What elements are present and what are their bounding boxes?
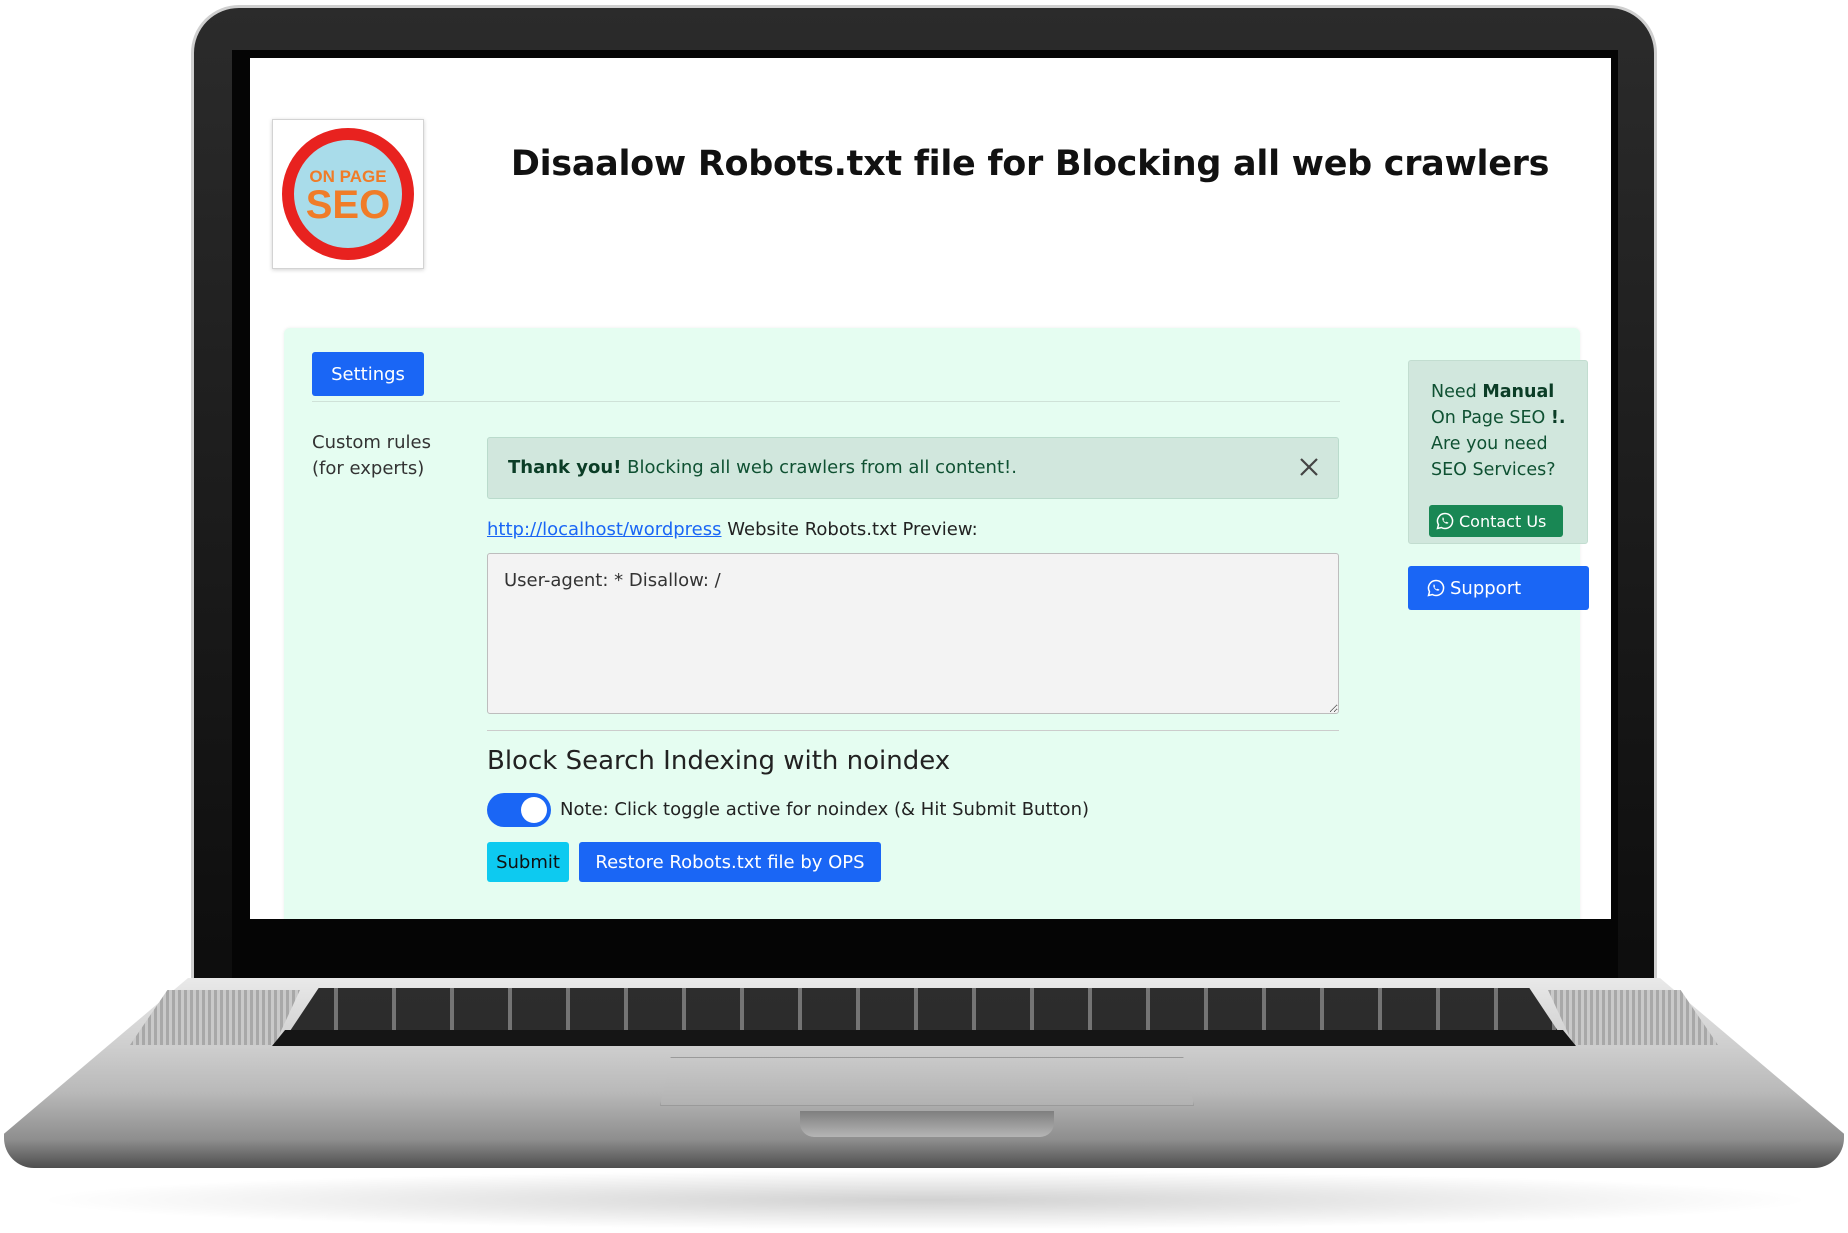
trackpad (660, 1057, 1194, 1106)
logo-graphic: ON PAGE SEO (282, 128, 414, 260)
custom-rules-label-line1: Custom rules (312, 432, 431, 453)
success-alert: Thank you! Blocking all web crawlers fro… (487, 437, 1339, 499)
custom-rules-label-line2: (for experts) (312, 458, 425, 479)
restore-robots-button[interactable]: Restore Robots.txt file by OPS (579, 842, 881, 882)
promo-line-3: Are you need (1431, 434, 1548, 454)
page-title: Disaalow Robots.txt file for Blocking al… (510, 144, 1550, 184)
noindex-note: Note: Click toggle active for noindex (&… (560, 799, 1090, 820)
toggle-knob (521, 797, 547, 823)
on-page-seo-logo: ON PAGE SEO (272, 119, 424, 269)
laptop-shadow (30, 1170, 1820, 1230)
support-button[interactable]: Support (1408, 566, 1589, 610)
close-icon[interactable] (1296, 454, 1322, 480)
contact-us-button[interactable]: Contact Us (1429, 505, 1563, 537)
promo-line-2: On Page SEO !. (1431, 408, 1566, 428)
site-url-link[interactable]: http://localhost/wordpress (487, 519, 722, 540)
submit-button[interactable]: Submit (487, 842, 569, 882)
contact-us-label: Contact Us (1459, 511, 1547, 531)
promo-line-1: Need Manual (1431, 382, 1555, 402)
noindex-section-title: Block Search Indexing with noindex (487, 746, 951, 776)
speaker-grille-right (1548, 990, 1718, 1045)
keyboard-row (272, 1030, 1576, 1046)
alert-message: Thank you! Blocking all web crawlers fro… (508, 457, 1017, 478)
speaker-grille-left (130, 990, 300, 1045)
tab-settings[interactable]: Settings (312, 352, 424, 396)
screen: ON PAGE SEO Disaalow Robots.txt file for… (250, 58, 1611, 919)
lid-notch (800, 1111, 1054, 1137)
preview-suffix: Website Robots.txt Preview: (727, 519, 978, 540)
robots-txt-preview[interactable]: User-agent: * Disallow: / (487, 553, 1339, 714)
seo-services-promo: Need Manual On Page SEO !. Are you need … (1408, 360, 1588, 544)
section-divider (487, 730, 1339, 731)
whatsapp-icon (1436, 512, 1454, 530)
logo-text-main: SEO (306, 183, 390, 227)
promo-text: Need Manual On Page SEO !. Are you need … (1431, 379, 1581, 483)
settings-panel: Settings Custom rules (for experts) Than… (284, 328, 1589, 919)
noindex-toggle[interactable] (487, 793, 551, 827)
robots-preview-label: http://localhost/wordpress Website Robot… (487, 519, 978, 540)
custom-rules-label: Custom rules (for experts) (312, 430, 462, 482)
promo-line-4: SEO Services? (1431, 460, 1556, 480)
support-label: Support (1450, 577, 1522, 599)
alert-strong: Thank you! (508, 457, 622, 478)
alert-text: Blocking all web crawlers from all conte… (627, 457, 1017, 478)
tab-divider (312, 401, 1340, 402)
whatsapp-icon (1427, 579, 1445, 597)
